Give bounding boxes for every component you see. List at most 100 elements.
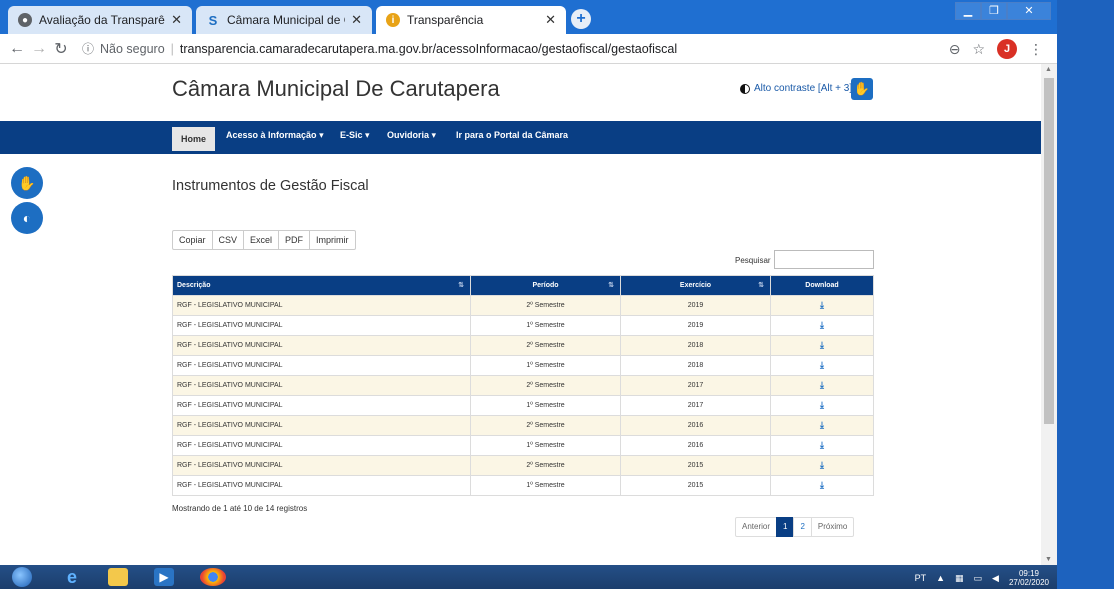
close-tab-icon[interactable]: ✕ <box>351 12 362 28</box>
media-player-icon[interactable]: ▶ <box>154 568 174 586</box>
high-contrast-label: Alto contraste [Alt + 3] <box>754 83 853 94</box>
new-tab-button[interactable]: + <box>571 9 591 29</box>
cell-exercicio: 2019 <box>620 315 771 336</box>
nav-esic[interactable]: E-Sic ▾ <box>340 130 370 141</box>
reload-icon[interactable]: ↻ <box>50 39 72 59</box>
download-icon[interactable]: ⤓ <box>820 320 824 330</box>
cell-periodo: 1º Semestre <box>470 475 621 496</box>
pagination-page-1[interactable]: 1 <box>776 517 795 537</box>
download-icon[interactable]: ⤓ <box>820 420 824 430</box>
download-icon[interactable]: ⤓ <box>820 360 824 370</box>
close-window-icon[interactable]: ✕ <box>1007 2 1051 20</box>
high-contrast-link[interactable]: Alto contraste [Alt + 3] <box>740 83 852 94</box>
cell-download: ⤓ <box>770 335 874 356</box>
cell-periodo: 2º Semestre <box>470 415 621 436</box>
menu-dots-icon[interactable]: ⋮ <box>1029 41 1043 58</box>
site-info-icon[interactable]: ⓘ <box>82 40 94 57</box>
pagination-page-2[interactable]: 2 <box>793 517 812 537</box>
download-icon[interactable]: ⤓ <box>820 480 824 490</box>
network-icon[interactable]: ▦ <box>955 573 964 584</box>
cell-descricao: RGF - LEGISLATIVO MUNICIPAL <box>172 415 471 436</box>
column-header-descricao[interactable]: Descrição ⇅ <box>172 275 471 296</box>
profile-avatar[interactable]: J <box>997 39 1017 59</box>
bookmark-star-icon[interactable]: ☆ <box>972 41 985 58</box>
table-body: RGF - LEGISLATIVO MUNICIPAL 2º Semestre 20… <box>172 295 874 496</box>
forward-icon[interactable]: → <box>28 40 50 58</box>
zoom-icon[interactable]: ⊖ <box>949 41 961 58</box>
internet-explorer-icon[interactable]: e <box>62 568 82 586</box>
download-icon[interactable]: ⤓ <box>820 460 824 470</box>
pagination: Anterior 1 2 Próximo <box>735 517 855 537</box>
column-header-download: Download <box>770 275 874 296</box>
close-tab-icon[interactable]: ✕ <box>171 12 182 28</box>
back-icon[interactable]: ← <box>6 40 28 58</box>
file-explorer-icon[interactable] <box>108 568 128 586</box>
address-bar: ← → ↻ ⓘ Não seguro | transparencia.camar… <box>0 34 1057 64</box>
cell-periodo: 1º Semestre <box>470 435 621 456</box>
pagination-previous[interactable]: Anterior <box>735 517 778 537</box>
column-header-periodo[interactable]: Período ⇅ <box>470 275 621 296</box>
download-icon[interactable]: ⤓ <box>820 440 824 450</box>
print-button[interactable]: Imprimir <box>309 230 356 250</box>
tab-camara[interactable]: S Câmara Municipal de Carutapera ✕ <box>196 6 372 34</box>
download-icon[interactable]: ⤓ <box>820 300 824 310</box>
search-label: Pesquisar <box>735 256 771 265</box>
close-tab-icon[interactable]: ✕ <box>545 12 556 28</box>
system-tray: PT ▲ ▦ ▭ ◀ 09:19 27/02/2020 <box>915 569 1049 587</box>
tab-avaliacao[interactable]: ● Avaliação da Transparência dos J ✕ <box>8 6 192 34</box>
copy-button[interactable]: Copiar <box>172 230 213 250</box>
excel-button[interactable]: Excel <box>243 230 280 250</box>
url-separator: | <box>170 41 174 56</box>
cell-descricao: RGF - LEGISLATIVO MUNICIPAL <box>172 315 471 336</box>
url-field[interactable]: ⓘ Não seguro | transparencia.camaradecar… <box>82 40 677 57</box>
download-icon[interactable]: ⤓ <box>820 380 824 390</box>
csv-button[interactable]: CSV <box>211 230 245 250</box>
nav-portal-camara[interactable]: Ir para o Portal da Câmara <box>456 130 568 140</box>
cell-descricao: RGF - LEGISLATIVO MUNICIPAL <box>172 375 471 396</box>
download-icon[interactable]: ⤓ <box>820 340 824 350</box>
vertical-scrollbar[interactable]: ▲ ▼ <box>1041 64 1057 565</box>
pagination-next[interactable]: Próximo <box>810 517 855 537</box>
scroll-down-icon[interactable]: ▼ <box>1045 556 1052 563</box>
cell-descricao: RGF - LEGISLATIVO MUNICIPAL <box>172 295 471 316</box>
download-icon[interactable]: ⤓ <box>820 400 824 410</box>
cell-exercicio: 2018 <box>620 355 771 376</box>
language-indicator[interactable]: PT <box>915 573 927 583</box>
sign-language-icon[interactable]: ✋ <box>851 78 873 100</box>
cell-periodo: 2º Semestre <box>470 375 621 396</box>
nav-home[interactable]: Home <box>172 127 216 151</box>
globe-icon: ● <box>18 13 32 27</box>
start-button-icon[interactable] <box>12 567 32 587</box>
caret-down-icon: ▾ <box>319 130 324 140</box>
cell-download: ⤓ <box>770 395 874 416</box>
nav-ouvidoria[interactable]: Ouvidoria ▾ <box>387 130 436 141</box>
table-row: RGF - LEGISLATIVO MUNICIPAL 2º Semestre 20… <box>172 415 874 436</box>
volume-icon[interactable]: ◀ <box>992 573 999 584</box>
cell-descricao: RGF - LEGISLATIVO MUNICIPAL <box>172 455 471 476</box>
side-contrast-icon[interactable]: ◐ <box>11 202 43 234</box>
cell-download: ⤓ <box>770 435 874 456</box>
caret-down-icon: ▾ <box>365 130 370 140</box>
cell-periodo: 2º Semestre <box>470 295 621 316</box>
maximize-icon[interactable]: ❐ <box>981 2 1007 20</box>
cell-exercicio: 2018 <box>620 335 771 356</box>
cell-exercicio: 2019 <box>620 295 771 316</box>
column-header-exercicio[interactable]: Exercício ⇅ <box>620 275 771 296</box>
side-sign-language-icon[interactable]: ✋ <box>11 167 43 199</box>
scroll-thumb[interactable] <box>1044 78 1054 424</box>
tray-expand-icon[interactable]: ▲ <box>936 573 945 583</box>
action-center-icon[interactable]: ▭ <box>974 573 983 584</box>
minimize-icon[interactable]: ▁ <box>955 2 981 20</box>
cell-download: ⤓ <box>770 415 874 436</box>
contrast-icon <box>740 83 750 94</box>
search-input[interactable] <box>774 250 874 269</box>
tab-transparencia[interactable]: i Transparência ✕ <box>376 6 566 34</box>
cell-download: ⤓ <box>770 375 874 396</box>
chrome-icon[interactable] <box>200 568 226 586</box>
sort-icon: ⇅ <box>608 282 614 289</box>
scroll-up-icon[interactable]: ▲ <box>1045 66 1052 73</box>
nav-acesso-informacao[interactable]: Acesso à Informação ▾ <box>226 130 324 141</box>
clock[interactable]: 09:19 27/02/2020 <box>1009 569 1049 587</box>
table-row: RGF - LEGISLATIVO MUNICIPAL 1º Semestre 20… <box>172 395 874 416</box>
pdf-button[interactable]: PDF <box>278 230 311 250</box>
